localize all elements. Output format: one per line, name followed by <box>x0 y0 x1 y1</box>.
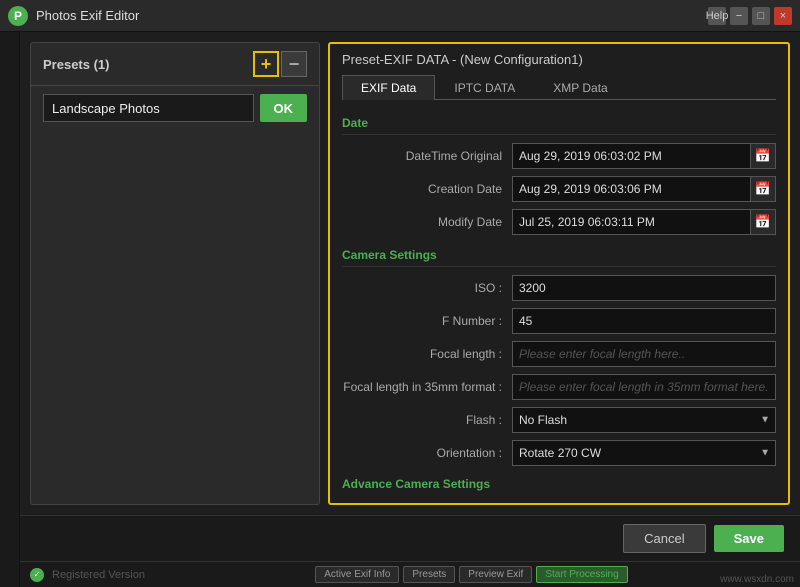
exif-pane-title: Preset-EXIF DATA - (New Configuration1) <box>342 52 776 67</box>
start-processing-button[interactable]: Start Processing <box>536 566 627 583</box>
orientation-select-wrapper: Horizontal (normal) Rotate 90 CW Rotate … <box>512 440 776 466</box>
flash-select-wrapper: No Flash Fired Auto ▼ <box>512 407 776 433</box>
datetime-original-input[interactable] <box>512 143 750 169</box>
flash-label: Flash : <box>342 413 502 427</box>
creation-date-row: Creation Date 📅 <box>342 176 776 202</box>
app-title: Photos Exif Editor <box>36 8 708 23</box>
help-button[interactable]: Help <box>708 7 726 25</box>
tabs-bar: EXIF Data IPTC DATA XMP Data <box>342 75 776 100</box>
focal35-input[interactable] <box>512 374 776 400</box>
camera-section-title: Camera Settings <box>342 248 776 267</box>
save-button[interactable]: Save <box>714 525 784 552</box>
tab-exif-data[interactable]: EXIF Data <box>342 75 435 100</box>
bottom-bar: Cancel Save <box>20 515 800 561</box>
window-controls: Help − □ × <box>708 7 792 25</box>
fnumber-label: F Number : <box>342 314 502 328</box>
tab-iptc-data[interactable]: IPTC DATA <box>435 75 534 100</box>
focal-input[interactable] <box>512 341 776 367</box>
app-icon: P <box>8 6 28 26</box>
focal-row: Focal length : <box>342 341 776 367</box>
title-bar: P Photos Exif Editor Help − □ × <box>0 0 800 32</box>
orientation-label: Orientation : <box>342 446 502 460</box>
flash-row: Flash : No Flash Fired Auto ▼ <box>342 407 776 433</box>
modify-date-input[interactable] <box>512 209 750 235</box>
modify-date-label: Modify Date <box>342 215 502 229</box>
fnumber-input[interactable] <box>512 308 776 334</box>
datetime-original-label: DateTime Original <box>342 149 502 163</box>
app-sidebar <box>0 32 20 587</box>
add-preset-button[interactable]: + <box>253 51 279 77</box>
orientation-row: Orientation : Horizontal (normal) Rotate… <box>342 440 776 466</box>
close-button[interactable]: × <box>774 7 792 25</box>
modify-date-calendar-button[interactable]: 📅 <box>750 209 776 235</box>
creation-date-field-group: 📅 <box>512 176 776 202</box>
advance-camera-settings-link[interactable]: Advance Camera Settings <box>342 477 776 491</box>
iso-input[interactable] <box>512 275 776 301</box>
remove-preset-button[interactable]: − <box>281 51 307 77</box>
presets-button[interactable]: Presets <box>403 566 455 583</box>
modify-date-field-group: 📅 <box>512 209 776 235</box>
active-exif-info-button[interactable]: Active Exif Info <box>315 566 399 583</box>
registered-bar: ✓ Registered Version Active Exif Info Pr… <box>20 561 800 587</box>
modal-wrapper: Presets (1) + − OK Preset-EXIF DATA - (N… <box>20 32 800 515</box>
cancel-button[interactable]: Cancel <box>623 524 705 553</box>
fnumber-row: F Number : <box>342 308 776 334</box>
maximize-button[interactable]: □ <box>752 7 770 25</box>
iso-label: ISO : <box>342 281 502 295</box>
tab-xmp-data[interactable]: XMP Data <box>534 75 626 100</box>
presets-buttons: + − <box>253 51 307 77</box>
creation-date-label: Creation Date <box>342 182 502 196</box>
registered-icon: ✓ <box>30 568 44 582</box>
focal-label: Focal length : <box>342 347 502 361</box>
focal35-label: Focal length in 35mm format : <box>342 380 502 394</box>
watermark: www.wsxdn.com <box>720 574 794 585</box>
preset-item-row: OK <box>31 86 319 130</box>
orientation-select[interactable]: Horizontal (normal) Rotate 90 CW Rotate … <box>512 440 776 466</box>
date-section-title: Date <box>342 116 776 135</box>
iso-row: ISO : <box>342 275 776 301</box>
datetime-original-row: DateTime Original 📅 <box>342 143 776 169</box>
creation-date-calendar-button[interactable]: 📅 <box>750 176 776 202</box>
minimize-button[interactable]: − <box>730 7 748 25</box>
flash-select[interactable]: No Flash Fired Auto <box>512 407 776 433</box>
preset-ok-button[interactable]: OK <box>260 94 308 122</box>
presets-pane: Presets (1) + − OK <box>30 42 320 505</box>
datetime-original-field-group: 📅 <box>512 143 776 169</box>
bottom-buttons: Active Exif Info Presets Preview Exif St… <box>153 566 790 583</box>
preset-name-input[interactable] <box>43 94 254 122</box>
datetime-original-calendar-button[interactable]: 📅 <box>750 143 776 169</box>
preview-exif-button[interactable]: Preview Exif <box>459 566 532 583</box>
creation-date-input[interactable] <box>512 176 750 202</box>
focal35-row: Focal length in 35mm format : <box>342 374 776 400</box>
presets-header: Presets (1) + − <box>31 43 319 86</box>
modify-date-row: Modify Date 📅 <box>342 209 776 235</box>
registered-label: Registered Version <box>52 569 145 581</box>
dialog-container: Presets (1) + − OK Preset-EXIF DATA - (N… <box>20 32 800 587</box>
main-area: Presets (1) + − OK Preset-EXIF DATA - (N… <box>0 32 800 587</box>
exif-pane: Preset-EXIF DATA - (New Configuration1) … <box>328 42 790 505</box>
presets-title: Presets (1) <box>43 57 109 72</box>
